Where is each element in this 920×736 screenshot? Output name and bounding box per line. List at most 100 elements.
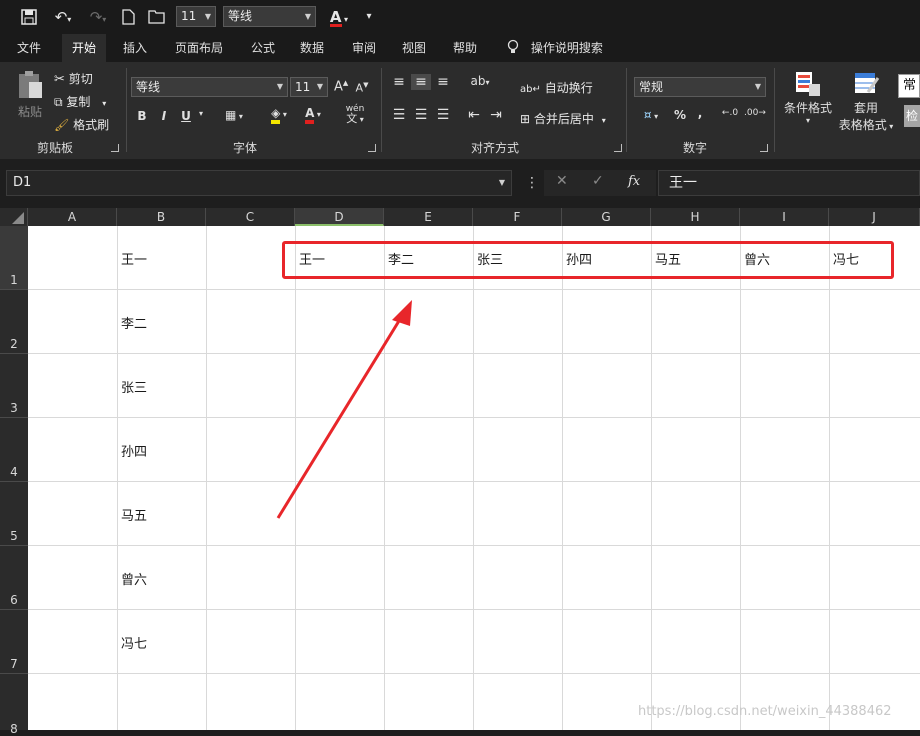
font-color-button[interactable]: A ▾ [298,106,328,124]
column-header-d[interactable]: D [295,208,384,226]
tell-me-search[interactable]: 操作说明搜索 [507,34,603,62]
percent-style-icon[interactable]: % [672,108,688,122]
format-as-table-button[interactable]: 套用 表格格式 ▾ [836,70,896,133]
font-color-icon: A [305,106,315,124]
tab-page-layout[interactable]: 页面布局 [175,34,223,62]
borders-button[interactable]: ▦ ▾ [221,108,247,122]
cell-b6[interactable]: 曾六 [121,569,147,588]
cut-button[interactable]: ✂ 剪切 [54,70,93,87]
number-launcher-icon[interactable] [760,144,768,152]
conditional-formatting-button[interactable]: 条件格式 ▾ [780,70,836,125]
italic-button[interactable]: I [158,109,170,123]
number-format-select[interactable]: 常规 ▼ [634,77,766,97]
copy-button[interactable]: ⧉ 复制 ▾ [54,93,106,110]
cell-b2[interactable]: 李二 [121,313,147,332]
align-middle-icon[interactable]: ≡ [411,74,431,90]
select-all-corner[interactable] [0,208,28,226]
more-options-icon[interactable]: ⋮ [525,175,539,191]
increase-indent-icon[interactable]: ⇥ [486,107,506,123]
column-header-g[interactable]: G [562,208,651,226]
chevron-down-icon: ▼ [316,82,323,91]
tab-view[interactable]: 视图 [402,34,426,62]
tab-insert[interactable]: 插入 [123,34,147,62]
column-header-c[interactable]: C [206,208,295,226]
enter-icon[interactable]: ✓ [592,173,604,189]
underline-button[interactable]: U [180,109,192,123]
clipboard-launcher-icon[interactable] [111,144,119,152]
decrease-indent-icon[interactable]: ⇤ [464,107,484,123]
decrease-decimal-icon[interactable]: .00→ [744,108,766,118]
comma-style-icon[interactable]: , [694,106,706,120]
row-header-7[interactable]: 7 [0,610,28,674]
wrap-text-button[interactable]: ab↵ 自动换行 [520,79,593,96]
gridline [651,226,652,730]
cell-b7[interactable]: 冯七 [121,633,147,652]
paste-button[interactable]: 粘贴 [14,70,46,120]
column-header-e[interactable]: E [384,208,473,226]
decrease-font-size-icon[interactable]: A▼ [355,81,369,95]
formula-input[interactable]: 王一 [658,170,920,196]
tab-home[interactable]: 开始 [62,34,107,62]
column-header-b[interactable]: B [117,208,206,226]
cell-style-normal[interactable]: 常 [898,74,920,98]
cell-b3[interactable]: 张三 [121,377,147,396]
font-name-select[interactable]: 等线 ▼ [131,77,288,97]
row-header-8[interactable]: 8 [0,674,28,736]
tab-file[interactable]: 文件 [17,34,41,62]
tab-review[interactable]: 审阅 [352,34,376,62]
customize-qat-icon[interactable]: ▾ [362,0,376,34]
column-header-f[interactable]: F [473,208,562,226]
insert-function-icon[interactable]: fx [628,174,640,189]
new-file-icon[interactable] [118,0,138,37]
cell-style-check[interactable]: 检 [904,105,920,127]
redo-icon[interactable]: ↷▾ [84,0,112,37]
align-bottom-icon[interactable]: ≡ [434,74,452,90]
row-header-3[interactable]: 3 [0,354,28,418]
bold-button[interactable]: B [136,109,148,123]
row-header-4[interactable]: 4 [0,418,28,482]
row-header-1[interactable]: 1 [0,226,28,290]
tab-help[interactable]: 帮助 [453,34,477,62]
row-header-6[interactable]: 6 [0,546,28,610]
column-header-h[interactable]: H [651,208,740,226]
cancel-icon[interactable]: ✕ [556,173,568,189]
alignment-launcher-icon[interactable] [614,144,622,152]
gridline [562,226,563,730]
increase-decimal-icon[interactable]: ←.0 [720,108,740,118]
font-size-select[interactable]: 11 ▼ [290,77,328,97]
lightbulb-icon [507,39,519,53]
row-number: 5 [10,529,18,543]
align-top-icon[interactable]: ≡ [390,74,408,90]
align-center-icon[interactable]: ☰ [411,107,431,123]
tab-formulas[interactable]: 公式 [251,34,275,62]
qat-font-color-button[interactable]: A ▾ [324,0,354,37]
row-header-2[interactable]: 2 [0,290,28,354]
cell-b5[interactable]: 马五 [121,505,147,524]
merge-center-button[interactable]: ⊞ 合并后居中 ▾ [520,110,606,127]
column-header-a[interactable]: A [28,208,117,226]
accounting-format-button[interactable]: ¤ ▾ [636,108,666,122]
align-left-icon[interactable]: ☰ [390,107,408,123]
chevron-down-icon[interactable]: ▾ [196,109,206,118]
cell-b1[interactable]: 王一 [121,249,147,268]
font-launcher-icon[interactable] [368,144,376,152]
worksheet-grid[interactable]: A B C D E F G H I J 1 2 3 4 5 6 7 8 王一 李… [0,208,920,736]
save-icon[interactable] [18,0,40,37]
tab-data[interactable]: 数据 [300,34,324,62]
name-box[interactable]: D1 ▼ [6,170,512,196]
column-header-j[interactable]: J [829,208,920,226]
format-painter-button[interactable]: 🖌 格式刷 [54,116,109,133]
qat-font-name-select[interactable]: 等线 ▼ [223,6,316,27]
phonetic-button[interactable]: wén 文 ▾ [340,104,370,125]
fill-color-button[interactable]: ◈ ▾ [262,106,296,124]
align-right-icon[interactable]: ☰ [434,107,452,123]
currency-icon: ¤ [643,108,652,122]
increase-font-size-icon[interactable]: A▲ [334,79,348,94]
qat-font-size-select[interactable]: 11 ▼ [176,6,216,27]
column-header-i[interactable]: I [740,208,829,226]
undo-icon[interactable]: ↶▾ [48,0,78,37]
row-header-5[interactable]: 5 [0,482,28,546]
open-folder-icon[interactable] [146,0,168,36]
orientation-button[interactable]: ab▾ [466,74,494,88]
cell-b4[interactable]: 孙四 [121,441,147,460]
